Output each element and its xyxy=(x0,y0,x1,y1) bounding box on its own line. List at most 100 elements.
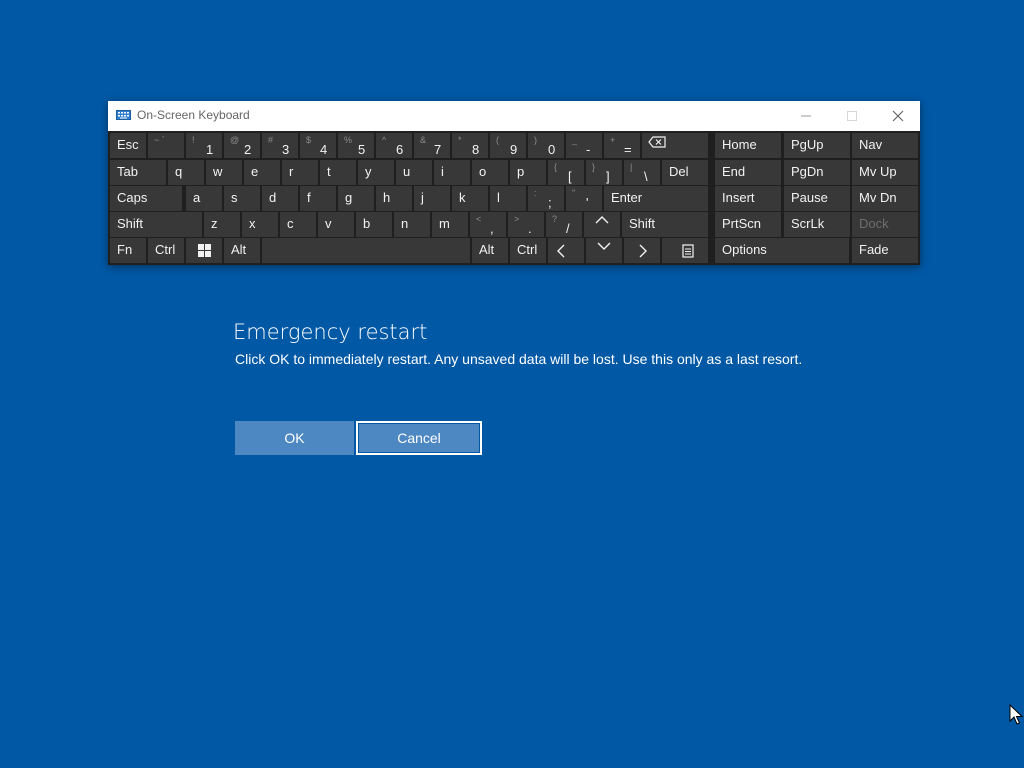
key-scrlk[interactable]: ScrLk xyxy=(784,212,850,237)
key-shift-label: $ xyxy=(306,135,312,145)
key-5[interactable]: % 5 xyxy=(338,133,374,158)
maximize-button[interactable] xyxy=(830,101,874,131)
key-2[interactable]: @2 xyxy=(224,133,260,158)
key-ctrl[interactable]: Ctrl xyxy=(148,238,184,263)
key-windows[interactable] xyxy=(186,238,222,263)
key-p[interactable]: p xyxy=(510,160,546,185)
key-alt[interactable]: Alt xyxy=(472,238,508,263)
key-shift-label: : xyxy=(534,188,537,198)
key-6[interactable]: ^ 6 xyxy=(376,133,412,158)
key-4[interactable]: $4 xyxy=(300,133,336,158)
key-shift[interactable]: Shift xyxy=(622,212,708,237)
key-prtscn[interactable]: PrtScn xyxy=(715,212,781,237)
key-shift[interactable]: Shift xyxy=(110,212,202,237)
key-pause[interactable]: Pause xyxy=(784,186,850,211)
key-arrow-left[interactable] xyxy=(548,238,584,263)
key-open-bracket[interactable]: {[ xyxy=(548,160,584,185)
key-home[interactable]: Home xyxy=(715,133,781,158)
key-b[interactable]: b xyxy=(356,212,392,237)
key-j[interactable]: j xyxy=(414,186,450,211)
key-esc[interactable]: Esc xyxy=(110,133,146,158)
key-7[interactable]: & 7 xyxy=(414,133,450,158)
key-k[interactable]: k xyxy=(452,186,488,211)
key-mv-dn[interactable]: Mv Dn xyxy=(852,186,918,211)
cancel-button[interactable]: Cancel xyxy=(356,421,482,455)
key-pgup[interactable]: PgUp xyxy=(784,133,850,158)
key-s[interactable]: s xyxy=(224,186,260,211)
key-tilde[interactable]: ~ ` xyxy=(148,133,184,158)
key-caps[interactable]: Caps xyxy=(110,186,182,211)
close-button[interactable] xyxy=(876,101,920,131)
key-shift-label: ^ xyxy=(382,135,387,145)
key-label: Fade xyxy=(859,242,889,257)
key-fn[interactable]: Fn xyxy=(110,238,146,263)
key-quote[interactable]: " ' xyxy=(566,186,602,211)
key-label: Mv Up xyxy=(859,164,897,179)
key-fade[interactable]: Fade xyxy=(852,238,918,263)
key-slash[interactable]: ? / xyxy=(546,212,582,237)
key-w[interactable]: w xyxy=(206,160,242,185)
arrow-up-icon xyxy=(595,216,609,224)
key-x[interactable]: x xyxy=(242,212,278,237)
key-l[interactable]: l xyxy=(490,186,526,211)
key-insert[interactable]: Insert xyxy=(715,186,781,211)
key-backspace[interactable] xyxy=(642,133,708,158)
key-pgdn[interactable]: PgDn xyxy=(784,160,850,185)
key-i[interactable]: i xyxy=(434,160,470,185)
ok-button[interactable]: OK xyxy=(235,421,354,455)
key-enter[interactable]: Enter xyxy=(604,186,708,211)
key-space[interactable] xyxy=(262,238,470,263)
key-minus[interactable]: _ - xyxy=(566,133,602,158)
key-arrow-down[interactable] xyxy=(586,238,622,263)
key-label: Alt xyxy=(479,242,495,257)
key-z[interactable]: z xyxy=(204,212,240,237)
key-f[interactable]: f xyxy=(300,186,336,211)
key-alt[interactable]: Alt xyxy=(224,238,260,263)
key-arrow-right[interactable] xyxy=(624,238,660,263)
key-tab[interactable]: Tab xyxy=(110,160,166,185)
key-y[interactable]: y xyxy=(358,160,394,185)
key-9[interactable]: (9 xyxy=(490,133,526,158)
osk-title-bar[interactable]: On-Screen Keyboard xyxy=(108,101,920,131)
key-1[interactable]: ! 1 xyxy=(186,133,222,158)
minimize-button[interactable] xyxy=(784,101,828,131)
key-del[interactable]: Del xyxy=(662,160,708,185)
backspace-icon xyxy=(648,136,666,148)
key-n[interactable]: n xyxy=(394,212,430,237)
key-label: t xyxy=(327,164,331,179)
key-u[interactable]: u xyxy=(396,160,432,185)
key-shift-label: { xyxy=(554,162,558,172)
key-a[interactable]: a xyxy=(186,186,222,211)
key-label: Enter xyxy=(611,190,643,205)
key-8[interactable]: * 8 xyxy=(452,133,488,158)
key-ctrl[interactable]: Ctrl xyxy=(510,238,546,263)
key-options[interactable]: Options xyxy=(715,238,849,263)
key-v[interactable]: v xyxy=(318,212,354,237)
key-equals[interactable]: + = xyxy=(604,133,640,158)
key-backslash[interactable]: | \ xyxy=(624,160,660,185)
key-t[interactable]: t xyxy=(320,160,356,185)
key-3[interactable]: #3 xyxy=(262,133,298,158)
key-label: x xyxy=(249,216,256,231)
key-m[interactable]: m xyxy=(432,212,468,237)
key-semicolon[interactable]: :; xyxy=(528,186,564,211)
key-r[interactable]: r xyxy=(282,160,318,185)
key-c[interactable]: c xyxy=(280,212,316,237)
key-period[interactable]: >. xyxy=(508,212,544,237)
key-o[interactable]: o xyxy=(472,160,508,185)
key-nav[interactable]: Nav xyxy=(852,133,918,158)
key-end[interactable]: End xyxy=(715,160,781,185)
key-label: ] xyxy=(606,169,610,184)
key-g[interactable]: g xyxy=(338,186,374,211)
key-arrow-up[interactable] xyxy=(584,212,620,237)
key-q[interactable]: q xyxy=(168,160,204,185)
key-shift-label: > xyxy=(514,214,520,224)
key-e[interactable]: e xyxy=(244,160,280,185)
key-mv-up[interactable]: Mv Up xyxy=(852,160,918,185)
key-d[interactable]: d xyxy=(262,186,298,211)
key-menu-key[interactable] xyxy=(662,238,708,263)
key-h[interactable]: h xyxy=(376,186,412,211)
key-0[interactable]: ) 0 xyxy=(528,133,564,158)
key-close-bracket[interactable]: }] xyxy=(586,160,622,185)
key-comma[interactable]: <, xyxy=(470,212,506,237)
